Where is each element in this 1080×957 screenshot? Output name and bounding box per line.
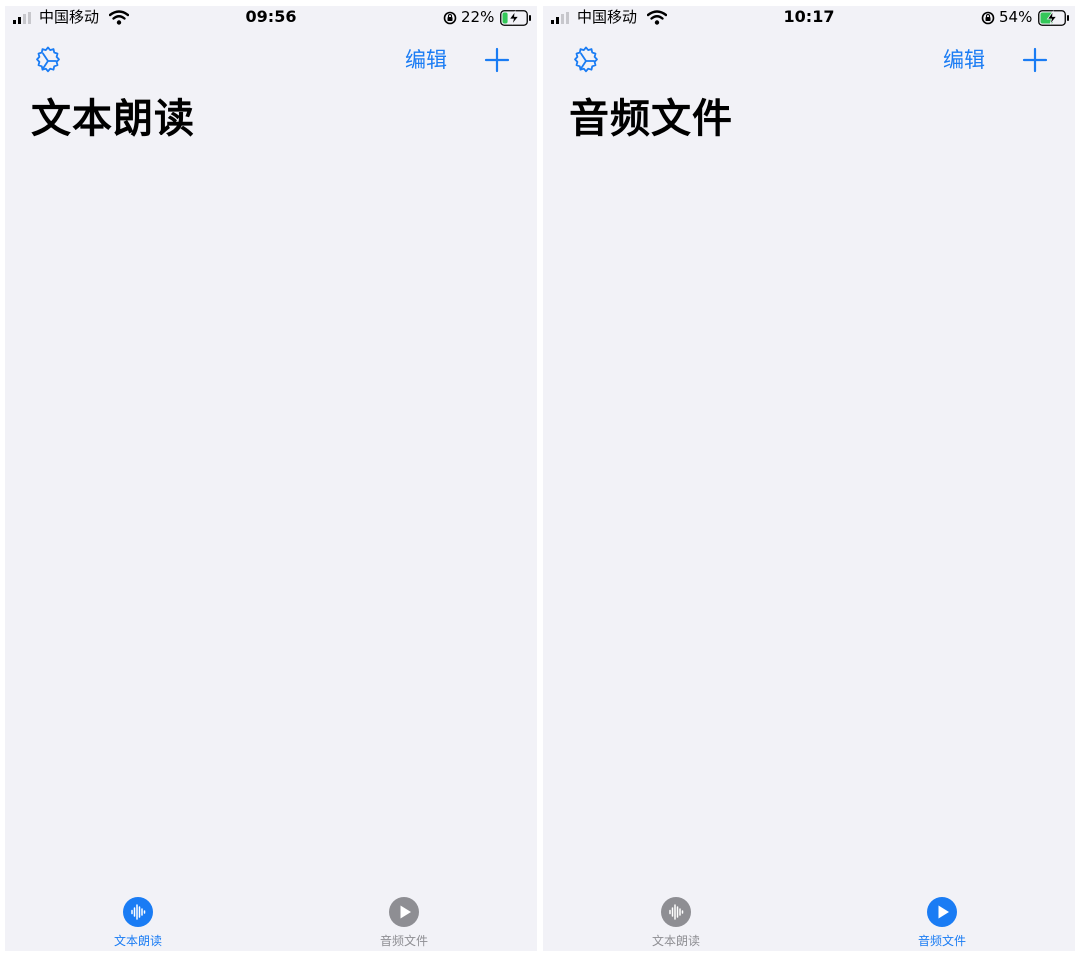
waveform-icon [661,897,691,927]
status-bar: 中国移动 09:56 22% [5,6,537,30]
tab-label: 文本朗读 [113,934,162,948]
navigation-bar: 编辑 [5,42,537,82]
plus-icon[interactable] [1021,46,1049,74]
screenshot-right: 中国移动 10:17 54% 编辑 音频文件 文本朗读 音频文件 [543,6,1075,951]
status-time: 10:17 [783,7,835,26]
waveform-icon [123,897,153,927]
battery-charging-icon [500,10,531,26]
gear-icon[interactable] [31,44,65,78]
orientation-lock-icon [443,11,457,25]
status-bar: 中国移动 10:17 54% [543,6,1075,30]
tab-label: 音频文件 [379,934,428,948]
tab-audio-files[interactable]: 音频文件 [271,886,537,951]
battery-charging-icon [1038,10,1069,26]
play-circle-icon [927,897,957,927]
tab-label: 文本朗读 [651,934,700,948]
battery-percentage: 54% [999,8,1033,26]
screenshot-left: 中国移动 09:56 22% 编辑 文本朗读 文本朗读 音频文件 [5,6,537,951]
page-title: 文本朗读 [31,96,195,142]
tab-text-to-speech[interactable]: 文本朗读 [5,886,271,951]
edit-button[interactable]: 编辑 [943,46,985,74]
edit-button[interactable]: 编辑 [405,46,447,74]
plus-icon[interactable] [483,46,511,74]
tab-label: 音频文件 [917,934,966,948]
navigation-bar: 编辑 [543,42,1075,82]
battery-percentage: 22% [461,8,495,26]
page-title: 音频文件 [569,96,733,142]
tab-bar: 文本朗读 音频文件 [5,886,537,951]
tab-audio-files[interactable]: 音频文件 [809,886,1075,951]
play-circle-icon [389,897,419,927]
status-time: 09:56 [245,7,297,26]
orientation-lock-icon [981,11,995,25]
tab-bar: 文本朗读 音频文件 [543,886,1075,951]
tab-text-to-speech[interactable]: 文本朗读 [543,886,809,951]
gear-icon[interactable] [569,44,603,78]
battery-level-fill [502,12,508,24]
